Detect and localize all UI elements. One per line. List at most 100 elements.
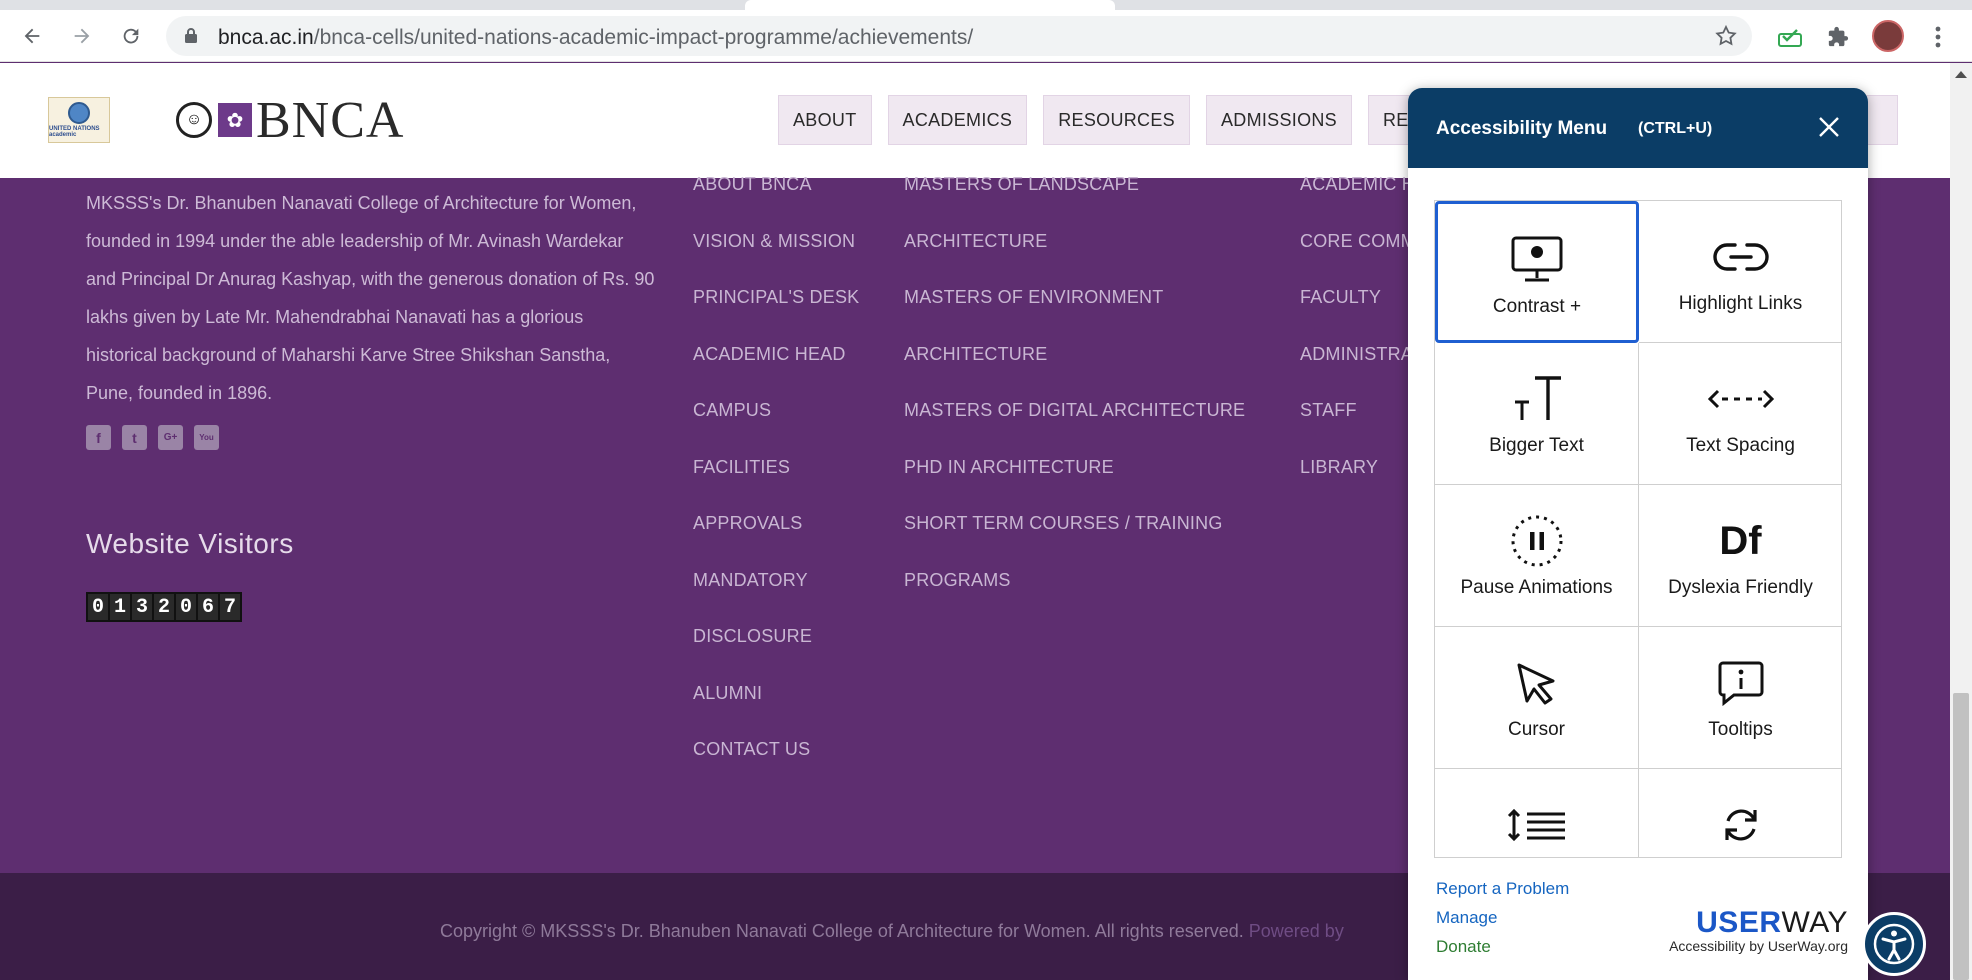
active-tab[interactable] [745, 0, 1115, 10]
report-problem-link[interactable]: Report a Problem [1436, 874, 1569, 903]
footer-link[interactable]: LIBRARY [1300, 457, 1410, 514]
footer-link[interactable]: VISION & MISSION [693, 231, 873, 288]
google-plus-icon[interactable]: G+ [158, 425, 183, 450]
counter-digit: 7 [220, 594, 240, 620]
footer-links-academics: MASTERS OF LANDSCAPE ARCHITECTURE MASTER… [904, 174, 1264, 626]
dyslexia-icon: Df [1719, 518, 1762, 563]
footer-link[interactable]: ABOUT BNCA [693, 174, 873, 231]
lock-icon[interactable] [184, 27, 198, 49]
footer-link[interactable]: FACULTY [1300, 287, 1410, 344]
link-icon [1639, 229, 1841, 285]
un-academic-impact-logo[interactable]: UNITED NATIONS academic [48, 97, 110, 143]
tooltips-toggle[interactable]: Tooltips [1639, 627, 1841, 769]
menu-about[interactable]: ABOUT [778, 95, 872, 145]
address-bar[interactable]: bnca.ac.in/bnca-cells/united-nations-aca… [166, 16, 1752, 56]
footer-link[interactable]: ACADEMIC H [1300, 174, 1410, 231]
about-paragraph: MKSSS's Dr. Bhanuben Nanavati College of… [86, 193, 655, 403]
reload-icon[interactable] [117, 22, 145, 50]
line-height-toggle[interactable] [1435, 769, 1639, 857]
footer-link[interactable]: FACILITIES [693, 457, 873, 514]
footer-link[interactable]: MASTERS OF ENVIRONMENT [904, 287, 1264, 344]
footer-link[interactable]: CAMPUS [693, 400, 873, 457]
profile-avatar[interactable] [1872, 20, 1904, 52]
reset-toggle[interactable] [1639, 769, 1841, 857]
more-icon[interactable] [1924, 23, 1952, 51]
star-icon[interactable] [1714, 24, 1738, 53]
footer-link[interactable]: ARCHITECTURE [904, 231, 1264, 288]
copyright-text: Copyright © MKSSS's Dr. Bhanuben Nanavat… [440, 921, 1344, 941]
footer-link[interactable]: APPROVALS [693, 513, 873, 570]
accessibility-button[interactable] [1862, 912, 1926, 976]
dyslexia-friendly-toggle[interactable]: Df Dyslexia Friendly [1639, 485, 1841, 627]
bigger-text-toggle[interactable]: Bigger Text [1435, 343, 1639, 485]
text-spacing-toggle[interactable]: Text Spacing [1639, 343, 1841, 485]
footer-link[interactable]: MASTERS OF DIGITAL ARCHITECTURE [904, 400, 1264, 457]
userway-brand[interactable]: USERWAY Accessibility by UserWay.org [1608, 906, 1848, 954]
page-scrollbar[interactable] [1950, 63, 1972, 980]
bnca-logo[interactable]: ☺ ✿ BNCA [176, 92, 404, 149]
footer-link[interactable]: STAFF [1300, 400, 1410, 457]
back-icon[interactable] [18, 22, 46, 50]
contrast-toggle[interactable]: Contrast + [1435, 201, 1639, 343]
footer-link[interactable]: PHD IN ARCHITECTURE [904, 457, 1264, 514]
highlight-links-toggle[interactable]: Highlight Links [1639, 201, 1841, 343]
powered-by-link[interactable]: Powered by [1249, 921, 1344, 941]
accessibility-icon [1873, 923, 1915, 965]
puzzle-icon[interactable] [1824, 23, 1852, 51]
twitter-icon[interactable]: t [122, 425, 147, 450]
visitors-title: Website Visitors [86, 528, 294, 559]
line-height-icon [1435, 797, 1638, 853]
footer-link[interactable]: SHORT TERM COURSES / TRAINING [904, 513, 1264, 570]
tab-strip [0, 0, 1972, 10]
counter-digit: 2 [154, 594, 174, 620]
bigger-text-icon [1435, 371, 1638, 427]
accessibility-menu-title: Accessibility Menu [1436, 118, 1608, 139]
footer-link[interactable]: PROGRAMS [904, 570, 1264, 627]
pause-animations-icon [1435, 513, 1638, 569]
main-menu: ABOUT ACADEMICS RESOURCES ADMISSIONS RES… [778, 95, 1468, 145]
cursor-icon [1435, 655, 1638, 711]
footer-link[interactable]: ADMINISTRA [1300, 344, 1410, 401]
accessibility-shortcut: (CTRL+U) [1638, 120, 1713, 137]
forward-icon[interactable] [68, 22, 96, 50]
facebook-icon[interactable]: f [86, 425, 111, 450]
url-text: bnca.ac.in/bnca-cells/united-nations-aca… [218, 26, 974, 49]
emblem-icon: ☺ [176, 102, 212, 138]
cursor-toggle[interactable]: Cursor [1435, 627, 1639, 769]
counter-digit: 1 [110, 594, 130, 620]
globe-icon [68, 102, 90, 124]
youtube-icon[interactable]: You [194, 425, 219, 450]
scroll-thumb[interactable] [1953, 693, 1969, 980]
footer-link[interactable]: CONTACT US [693, 739, 873, 796]
accessibility-menu-panel: Accessibility Menu (CTRL+U) Contrast + H… [1408, 88, 1868, 980]
footer-link[interactable]: PRINCIPAL'S DESK [693, 287, 873, 344]
footer-links-about: ABOUT BNCA VISION & MISSION PRINCIPAL'S … [693, 174, 873, 796]
reset-icon [1639, 797, 1841, 853]
accessibility-menu-header: Accessibility Menu (CTRL+U) [1408, 88, 1868, 168]
close-icon[interactable] [1814, 112, 1844, 142]
manage-link[interactable]: Manage [1436, 903, 1569, 932]
footer-link[interactable]: ALUMNI [693, 683, 873, 740]
footer-links-resources: ACADEMIC H CORE COMM FACULTY ADMINISTRA … [1300, 174, 1410, 513]
pause-animations-toggle[interactable]: Pause Animations [1435, 485, 1639, 627]
menu-academics[interactable]: ACADEMICS [887, 95, 1028, 145]
counter-digit: 3 [132, 594, 152, 620]
social-links: f t G+ You [86, 425, 219, 450]
menu-resources[interactable]: RESOURCES [1043, 95, 1190, 145]
footer-link[interactable]: MASTERS OF LANDSCAPE [904, 174, 1264, 231]
scroll-up-icon[interactable] [1955, 71, 1967, 78]
menu-admissions[interactable]: ADMISSIONS [1205, 95, 1352, 145]
browser-toolbar: bnca.ac.in/bnca-cells/united-nations-aca… [0, 10, 1972, 62]
footer-link[interactable]: ACADEMIC HEAD [693, 344, 873, 401]
text-spacing-icon [1639, 371, 1841, 427]
footer-link[interactable]: MANDATORY [693, 570, 873, 627]
extension-icon[interactable] [1776, 23, 1804, 51]
footer-link[interactable]: DISCLOSURE [693, 626, 873, 683]
footer-link[interactable]: ARCHITECTURE [904, 344, 1264, 401]
donate-link[interactable]: Donate [1436, 932, 1569, 961]
counter-digit: 0 [176, 594, 196, 620]
contrast-icon [1438, 232, 1636, 288]
logo-text: BNCA [256, 91, 405, 149]
tooltip-icon [1639, 655, 1841, 711]
footer-link[interactable]: CORE COMM [1300, 231, 1410, 288]
